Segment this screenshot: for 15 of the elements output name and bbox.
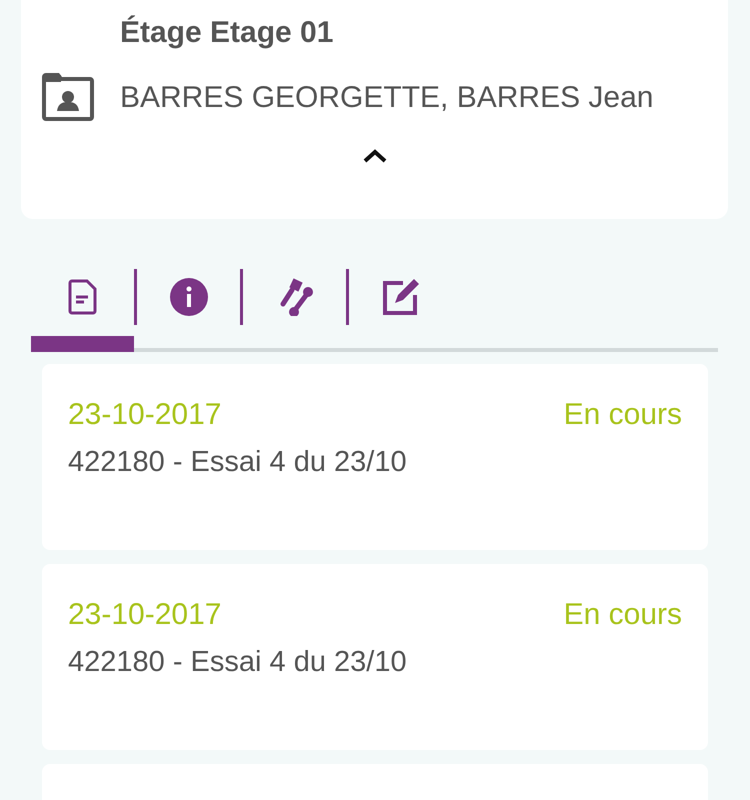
date-text: 23-10-2017 bbox=[68, 397, 222, 433]
status-text: En cours bbox=[564, 397, 682, 433]
occupants-text: BARRES GEORGETTE, BARRES Jean bbox=[120, 80, 654, 116]
floor-title: Étage Etage 01 bbox=[119, 14, 334, 51]
edit-icon bbox=[380, 277, 420, 317]
description-text: 422180 - Essai 4 du 23/10 bbox=[68, 645, 408, 680]
date-text: 23-10-2017 bbox=[68, 597, 222, 633]
list-card[interactable]: 23-10-2017 En cours 422180 - Essai 4 du 23/10 bbox=[42, 564, 708, 750]
list-card[interactable]: 23-10-2017 En cours 422180 - Essai 4 du 23/10 bbox=[42, 364, 708, 550]
status-text: En cours bbox=[564, 597, 682, 633]
contact-folder-icon bbox=[42, 73, 94, 121]
document-icon bbox=[68, 279, 98, 315]
info-icon bbox=[170, 278, 208, 316]
description-text: 422180 - Essai 4 du 23/10 bbox=[68, 445, 408, 480]
chevron-up-icon[interactable] bbox=[362, 149, 386, 163]
